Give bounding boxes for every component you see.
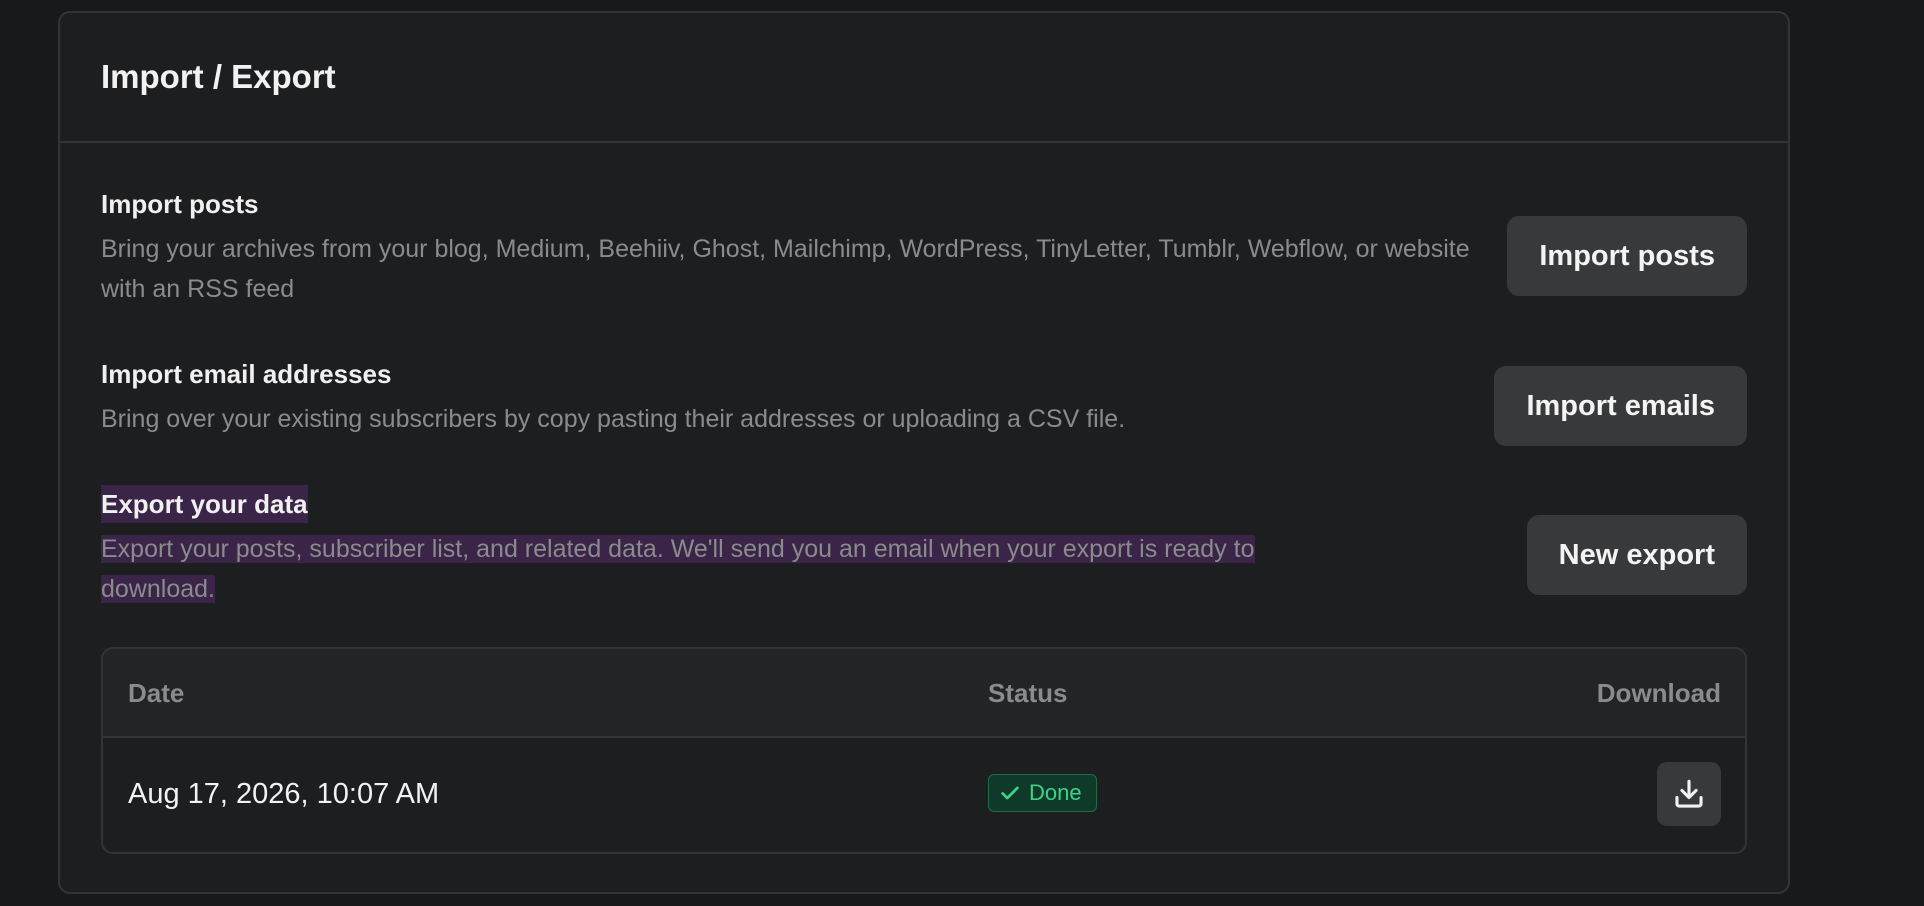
import-emails-description: Bring over your existing subscribers by …: [101, 405, 1126, 433]
export-data-text: Export your data Export your posts, subs…: [101, 485, 1371, 609]
import-emails-title: Import email addresses: [101, 359, 392, 389]
export-data-section: Export your data Export your posts, subs…: [101, 485, 1747, 635]
column-header-date: Date: [128, 678, 185, 708]
import-posts-description: Bring your archives from your blog, Medi…: [101, 235, 1470, 303]
new-export-button[interactable]: New export: [1526, 515, 1747, 595]
import-emails-section: Import email addresses Bring over your e…: [101, 355, 1747, 465]
table-row: Aug 17, 2026, 10:07 AM Done: [103, 738, 1745, 852]
card-title: Import / Export: [101, 58, 336, 95]
import-emails-text: Import email addresses Bring over your e…: [101, 355, 1501, 439]
exports-table: Date Status Download Aug 17, 2026, 10:07…: [101, 647, 1747, 854]
import-emails-button[interactable]: Import emails: [1494, 366, 1747, 446]
import-export-card: Import / Export Import posts Bring your …: [58, 11, 1790, 894]
import-posts-title: Import posts: [101, 189, 259, 219]
column-header-status: Status: [988, 678, 1068, 708]
import-posts-section: Import posts Bring your archives from yo…: [101, 185, 1747, 335]
download-button[interactable]: [1657, 762, 1721, 826]
card-header: Import / Export: [60, 13, 1788, 143]
column-header-download: Download: [1596, 678, 1721, 708]
table-header: Date Status Download: [103, 649, 1745, 738]
import-posts-text: Import posts Bring your archives from yo…: [101, 185, 1501, 309]
export-data-title: Export your data: [101, 485, 308, 523]
export-data-description: Export your posts, subscriber list, and …: [101, 535, 1255, 603]
status-badge-label: Done: [1029, 780, 1082, 805]
check-icon: [1001, 786, 1019, 800]
download-icon: [1675, 779, 1703, 808]
import-posts-button[interactable]: Import posts: [1507, 216, 1747, 296]
export-date: Aug 17, 2026, 10:07 AM: [128, 778, 440, 810]
status-badge: Done: [988, 774, 1097, 812]
